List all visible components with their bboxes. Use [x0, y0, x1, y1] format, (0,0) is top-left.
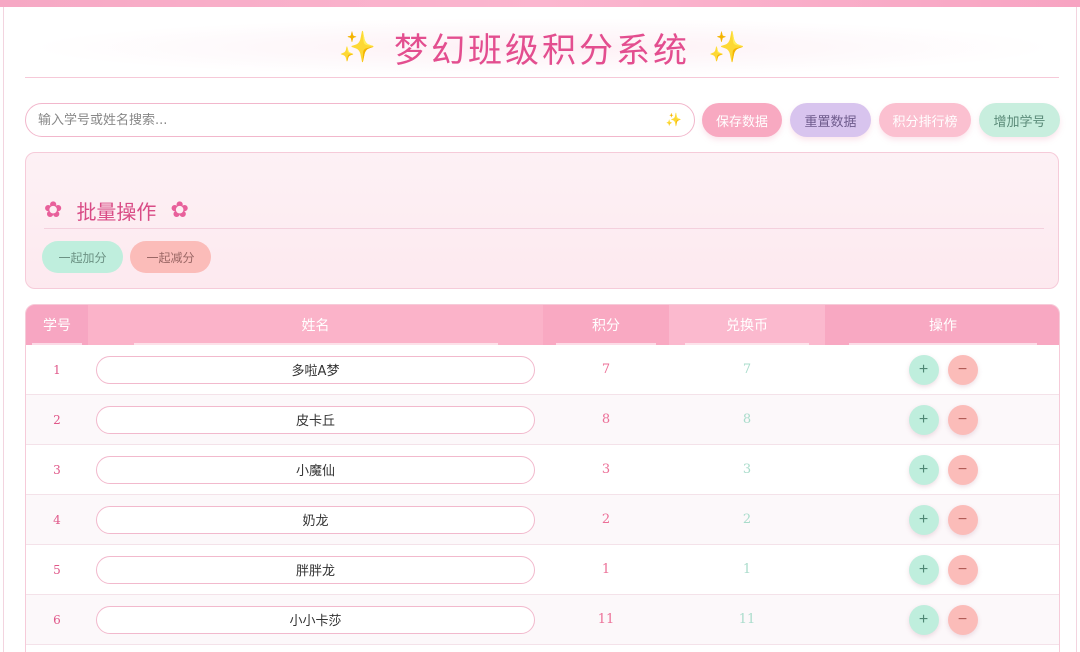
- subtract-all-points-button[interactable]: 一起减分: [130, 241, 211, 273]
- reset-data-button[interactable]: 重置数据: [790, 103, 871, 137]
- column-header-score: 积分: [543, 305, 669, 345]
- add-point-button[interactable]: +: [908, 454, 939, 485]
- column-header-coins: 兑换币: [669, 305, 825, 345]
- student-table: 学号 姓名 积分 兑换币 操作 1 多啦A梦 7 7 + − 2 皮卡丘 8 8…: [25, 304, 1060, 652]
- student-id: 5: [53, 562, 61, 577]
- subtract-point-button[interactable]: −: [947, 504, 978, 535]
- student-name-field[interactable]: 奶龙: [96, 505, 535, 534]
- student-coins: 7: [742, 362, 752, 377]
- search-box[interactable]: ✨: [25, 103, 695, 137]
- student-id: 4: [53, 512, 61, 527]
- batch-header: ✿ 批量操作 ✿: [44, 193, 1044, 229]
- batch-title: 批量操作: [76, 200, 157, 224]
- student-score: 2: [601, 512, 611, 527]
- table-row: 4 奶龙 2 2 + −: [26, 495, 1059, 545]
- student-name-field[interactable]: 皮卡丘: [96, 405, 535, 434]
- student-name-field[interactable]: 小魔仙: [96, 455, 535, 484]
- table-row: 2 皮卡丘 8 8 + −: [26, 395, 1059, 445]
- add-student-button[interactable]: 增加学号: [979, 103, 1060, 137]
- add-point-button[interactable]: +: [908, 504, 939, 535]
- add-all-points-button[interactable]: 一起加分: [42, 241, 123, 273]
- sparkles-icon: ✨: [338, 29, 376, 65]
- flower-icon: ✿: [44, 197, 63, 223]
- student-id: 1: [53, 362, 61, 377]
- student-id: 2: [53, 412, 61, 427]
- student-coins: 11: [738, 612, 756, 627]
- add-point-button[interactable]: +: [908, 354, 939, 385]
- table-header: 学号 姓名 积分 兑换币 操作: [26, 305, 1059, 345]
- toolbar: ✨ 保存数据 重置数据 积分排行榜 增加学号: [25, 103, 1060, 137]
- student-coins: 8: [742, 412, 752, 427]
- table-row: 6 小小卡莎 11 11 + −: [26, 595, 1059, 645]
- student-name-field[interactable]: 多啦A梦: [96, 355, 535, 384]
- title-bar: ✨ 梦幻班级积分系统 ✨: [25, 18, 1059, 78]
- student-name-field[interactable]: 胖胖龙: [96, 555, 535, 584]
- student-coins: 2: [742, 512, 752, 527]
- student-score: 3: [601, 462, 611, 477]
- subtract-point-button[interactable]: −: [947, 354, 978, 385]
- page-title: 梦幻班级积分系统: [394, 31, 690, 71]
- sparkle-icon: ✨: [665, 112, 682, 128]
- column-header-actions: 操作: [825, 305, 1059, 345]
- subtract-point-button[interactable]: −: [947, 604, 978, 635]
- top-accent-strip: [0, 0, 1080, 7]
- student-id: 3: [53, 462, 61, 477]
- leaderboard-button[interactable]: 积分排行榜: [879, 103, 971, 137]
- add-point-button[interactable]: +: [908, 604, 939, 635]
- student-score: 8: [601, 412, 611, 427]
- column-header-id: 学号: [26, 305, 88, 345]
- subtract-point-button[interactable]: −: [947, 454, 978, 485]
- student-name-field[interactable]: 小小卡莎: [96, 605, 535, 634]
- table-row: 3 小魔仙 3 3 + −: [26, 445, 1059, 495]
- sparkles-icon: ✨: [708, 29, 746, 65]
- table-row: 5 胖胖龙 1 1 + −: [26, 545, 1059, 595]
- subtract-point-button[interactable]: −: [947, 404, 978, 435]
- table-row: 1 多啦A梦 7 7 + −: [26, 345, 1059, 395]
- search-input[interactable]: [38, 112, 666, 128]
- add-point-button[interactable]: +: [908, 554, 939, 585]
- batch-operations-panel: ✿ 批量操作 ✿ 一起加分 一起减分: [25, 152, 1059, 289]
- student-score: 7: [601, 362, 611, 377]
- student-coins: 1: [742, 562, 752, 577]
- save-data-button[interactable]: 保存数据: [702, 103, 782, 137]
- student-score: 1: [601, 562, 611, 577]
- add-point-button[interactable]: +: [908, 404, 939, 435]
- student-id: 6: [53, 612, 61, 627]
- flower-icon: ✿: [170, 197, 189, 223]
- subtract-point-button[interactable]: −: [947, 554, 978, 585]
- student-coins: 3: [742, 462, 752, 477]
- student-score: 11: [597, 612, 615, 627]
- column-header-name: 姓名: [88, 305, 543, 345]
